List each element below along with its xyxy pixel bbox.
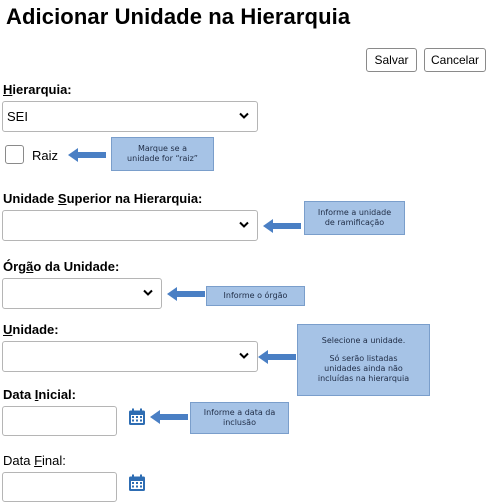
unidade-label: Unidade: bbox=[3, 322, 59, 337]
orgao-hint: Informe o órgão bbox=[206, 286, 305, 306]
data-inicial-hint: Informe a data da inclusão bbox=[190, 402, 289, 434]
page-title: Adicionar Unidade na Hierarquia bbox=[6, 4, 351, 29]
orgao-select[interactable] bbox=[2, 278, 162, 309]
arrow-left-icon bbox=[258, 350, 296, 364]
raiz-hint: Marque se a unidade for “raiz” bbox=[111, 137, 214, 171]
data-inicial-input[interactable] bbox=[2, 406, 117, 436]
data-inicial-label: Data Inicial: bbox=[3, 387, 76, 402]
hierarquia-label: Hierarquia: bbox=[3, 82, 72, 97]
unidade-select[interactable] bbox=[2, 341, 258, 372]
hierarquia-select[interactable]: SEI bbox=[2, 101, 258, 132]
save-button[interactable]: Salvar bbox=[366, 48, 417, 72]
orgao-label: Órgão da Unidade: bbox=[3, 259, 120, 274]
arrow-left-icon bbox=[167, 287, 205, 301]
raiz-label: Raiz bbox=[32, 148, 59, 163]
unidade-superior-hint: Informe a unidade de ramificação bbox=[304, 201, 405, 235]
calendar-icon[interactable] bbox=[128, 474, 146, 492]
arrow-left-icon bbox=[263, 219, 301, 233]
chevron-down-icon bbox=[239, 221, 249, 228]
chevron-down-icon bbox=[239, 112, 249, 119]
calendar-icon[interactable] bbox=[128, 408, 146, 426]
chevron-down-icon bbox=[143, 289, 153, 296]
unidade-hint: Selecione a unidade. Só serão listadas u… bbox=[297, 324, 430, 396]
unidade-superior-label: Unidade Superior na Hierarquia: bbox=[3, 191, 203, 206]
raiz-checkbox[interactable] bbox=[5, 145, 24, 164]
unidade-superior-select[interactable] bbox=[2, 210, 258, 241]
hierarquia-value: SEI bbox=[7, 109, 28, 124]
cancel-button[interactable]: Cancelar bbox=[424, 48, 486, 72]
arrow-left-icon bbox=[68, 148, 106, 162]
data-final-label: Data Final: bbox=[3, 453, 66, 468]
chevron-down-icon bbox=[239, 352, 249, 359]
data-final-input[interactable] bbox=[2, 472, 117, 502]
arrow-left-icon bbox=[150, 410, 188, 424]
